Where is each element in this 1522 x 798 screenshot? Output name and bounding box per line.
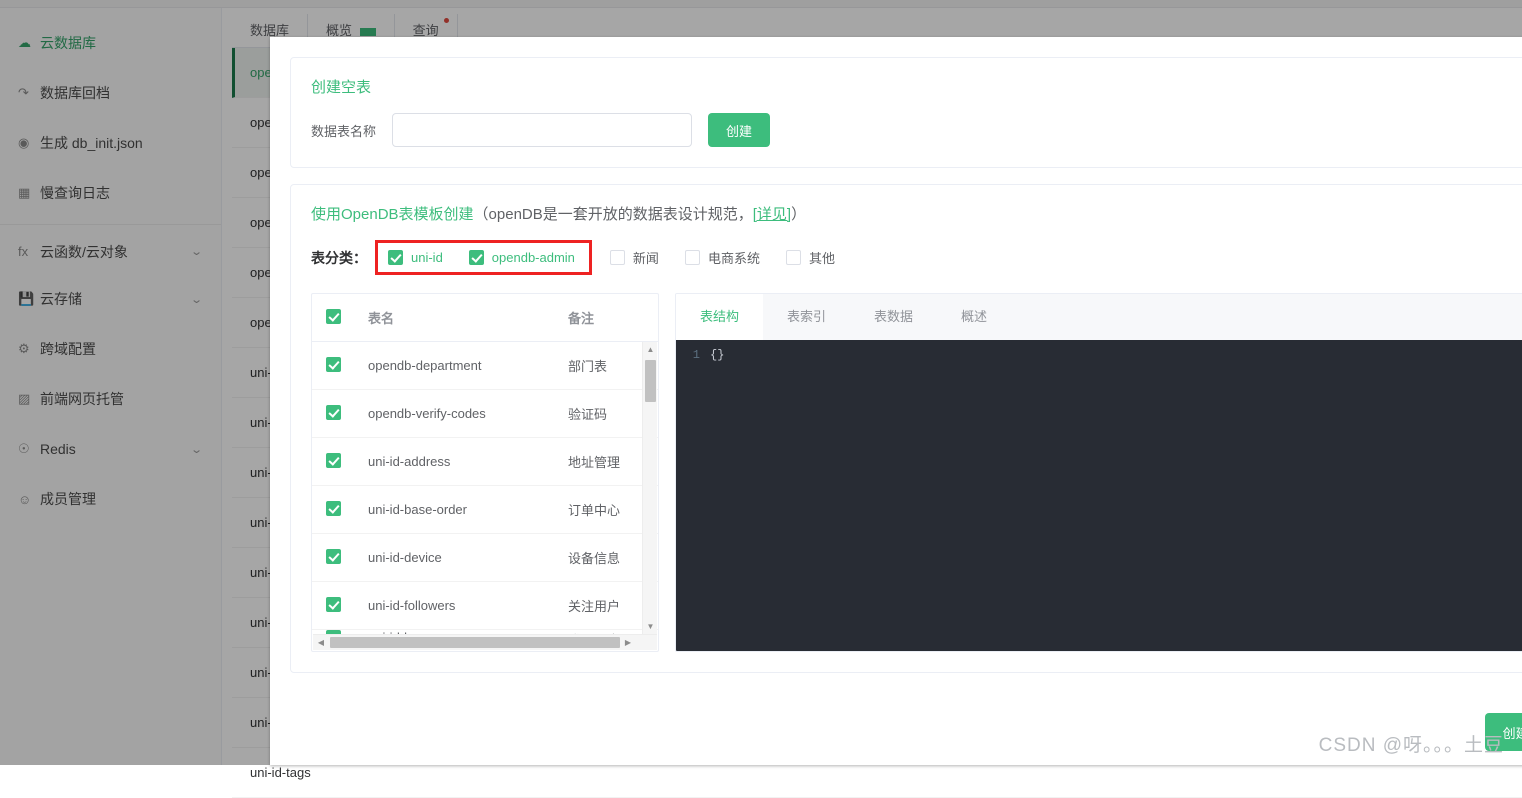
category-checkbox-opendb-admin[interactable]: opendb-admin [469,250,575,265]
tab-table-structure[interactable]: 表结构 [676,294,763,340]
checkbox-checked-icon [326,453,341,468]
opendb-detail-link[interactable]: [详见] [753,206,791,223]
category-checkbox-label: 其他 [809,248,835,267]
scroll-left-icon[interactable]: ◀ [313,638,329,647]
dialog-body: 创建空表 数据表名称 创建 使用OpenDB表模板创建（openDB是一套开放的… [270,37,1522,673]
template-panes: 表名 备注 opendb-department 部门表 [311,293,1522,652]
checkbox-checked-icon [326,549,341,564]
row-table-name: uni-id-base-order [368,502,568,517]
checkbox-checked-icon [326,357,341,372]
category-checkbox-label: uni-id [411,250,443,265]
checkbox-checked-icon [388,250,403,265]
checkbox-checked-icon [469,250,484,265]
scroll-right-icon[interactable]: ▶ [620,638,636,647]
row-table-name: uni-id-address [368,454,568,469]
create-empty-table-card: 创建空表 数据表名称 创建 [290,57,1522,168]
checkbox-unchecked-icon [685,250,700,265]
other-categories-group: 新闻 电商系统 其他 [610,248,835,267]
row-table-name: uni-id-followers [368,598,568,613]
row-checkbox[interactable] [312,405,368,423]
checkbox-unchecked-icon [786,250,801,265]
row-table-name: opendb-department [368,358,568,373]
table-body: opendb-department 部门表 opendb-verify-code… [312,342,658,642]
category-checkbox-label: 新闻 [633,248,659,267]
table-vertical-scrollbar[interactable]: ▲ ▼ [642,342,657,634]
json-code-editor[interactable]: 1 {} [676,340,1522,651]
scroll-down-icon[interactable]: ▼ [643,619,658,634]
highlighted-categories-group: uni-id opendb-admin [375,240,592,275]
category-checkbox-label: 电商系统 [708,248,760,267]
editor-line: 1 {} [676,346,1522,364]
template-table-list: 表名 备注 opendb-department 部门表 [311,293,659,652]
row-checkbox[interactable] [312,549,368,567]
line-number: 1 [676,346,710,364]
row-checkbox[interactable] [312,453,368,471]
category-checkbox-ecommerce[interactable]: 电商系统 [685,248,760,267]
create-empty-table-form: 数据表名称 创建 [311,113,1522,147]
detail-tab-bar: 表结构 表索引 表数据 概述 [676,294,1522,340]
row-checkbox[interactable] [312,357,368,375]
opendb-title-green: 使用OpenDB表模板创建 [311,206,474,223]
scrollbar-thumb[interactable] [645,360,656,402]
opendb-title-suffix: ） [791,206,806,223]
watermark: CSDN @呀。。。土豆 [1319,730,1504,757]
category-label: 表分类： [311,248,367,268]
opendb-template-card: 使用OpenDB表模板创建（openDB是一套开放的数据表设计规范，[详见]） … [290,184,1522,673]
create-table-dialog: 创建空表 数据表名称 创建 使用OpenDB表模板创建（openDB是一套开放的… [270,37,1522,765]
category-checkbox-other[interactable]: 其他 [786,248,835,267]
tab-table-data[interactable]: 表数据 [850,294,937,340]
tab-table-index[interactable]: 表索引 [763,294,850,340]
table-row[interactable]: opendb-verify-codes 验证码 [312,390,658,438]
opendb-title-prefix: （openDB是一套开放的数据表设计规范， [474,206,753,223]
row-table-name: opendb-verify-codes [368,406,568,421]
checkbox-checked-icon [326,597,341,612]
code-content: {} [710,346,724,364]
category-checkbox-label: opendb-admin [492,250,575,265]
create-empty-table-title: 创建空表 [311,76,1522,97]
checkbox-unchecked-icon [610,250,625,265]
table-name-input[interactable] [392,113,692,147]
table-row[interactable]: uni-id-base-order 订单中心 [312,486,658,534]
column-header-remark: 备注 [568,308,658,327]
checkbox-checked-icon [326,501,341,516]
table-header-row: 表名 备注 [312,294,658,342]
row-table-name: uni-id-device [368,550,568,565]
checkbox-checked-icon [326,309,341,324]
table-detail-panel: 表结构 表索引 表数据 概述 1 {} [675,293,1522,652]
table-row[interactable]: uni-id-device 设备信息 [312,534,658,582]
table-row[interactable]: uni-id-address 地址管理 [312,438,658,486]
category-checkbox-news[interactable]: 新闻 [610,248,659,267]
scroll-up-icon[interactable]: ▲ [643,342,658,357]
opendb-template-title: 使用OpenDB表模板创建（openDB是一套开放的数据表设计规范，[详见]） [311,203,1522,224]
row-checkbox[interactable] [312,501,368,519]
category-checkbox-uni-id[interactable]: uni-id [388,250,443,265]
select-all-checkbox[interactable] [312,309,368,327]
table-row[interactable]: uni-id-followers 关注用户 [312,582,658,630]
tab-overview[interactable]: 概述 [937,294,1011,340]
table-row[interactable]: opendb-department 部门表 [312,342,658,390]
app-root: ☁ 云数据库 ↷ 数据库回档 ◉ 生成 db_init.json ▦ 慢查询日志… [0,0,1522,765]
table-horizontal-scrollbar[interactable]: ◀ ▶ [313,634,657,650]
row-checkbox[interactable] [312,597,368,615]
create-button[interactable]: 创建 [708,113,770,147]
checkbox-checked-icon [326,405,341,420]
table-name-label: 数据表名称 [311,121,376,140]
scrollbar-thumb[interactable] [330,637,620,648]
category-filter-row: 表分类： uni-id opendb-admin [311,240,1522,275]
column-header-table-name: 表名 [368,308,568,327]
